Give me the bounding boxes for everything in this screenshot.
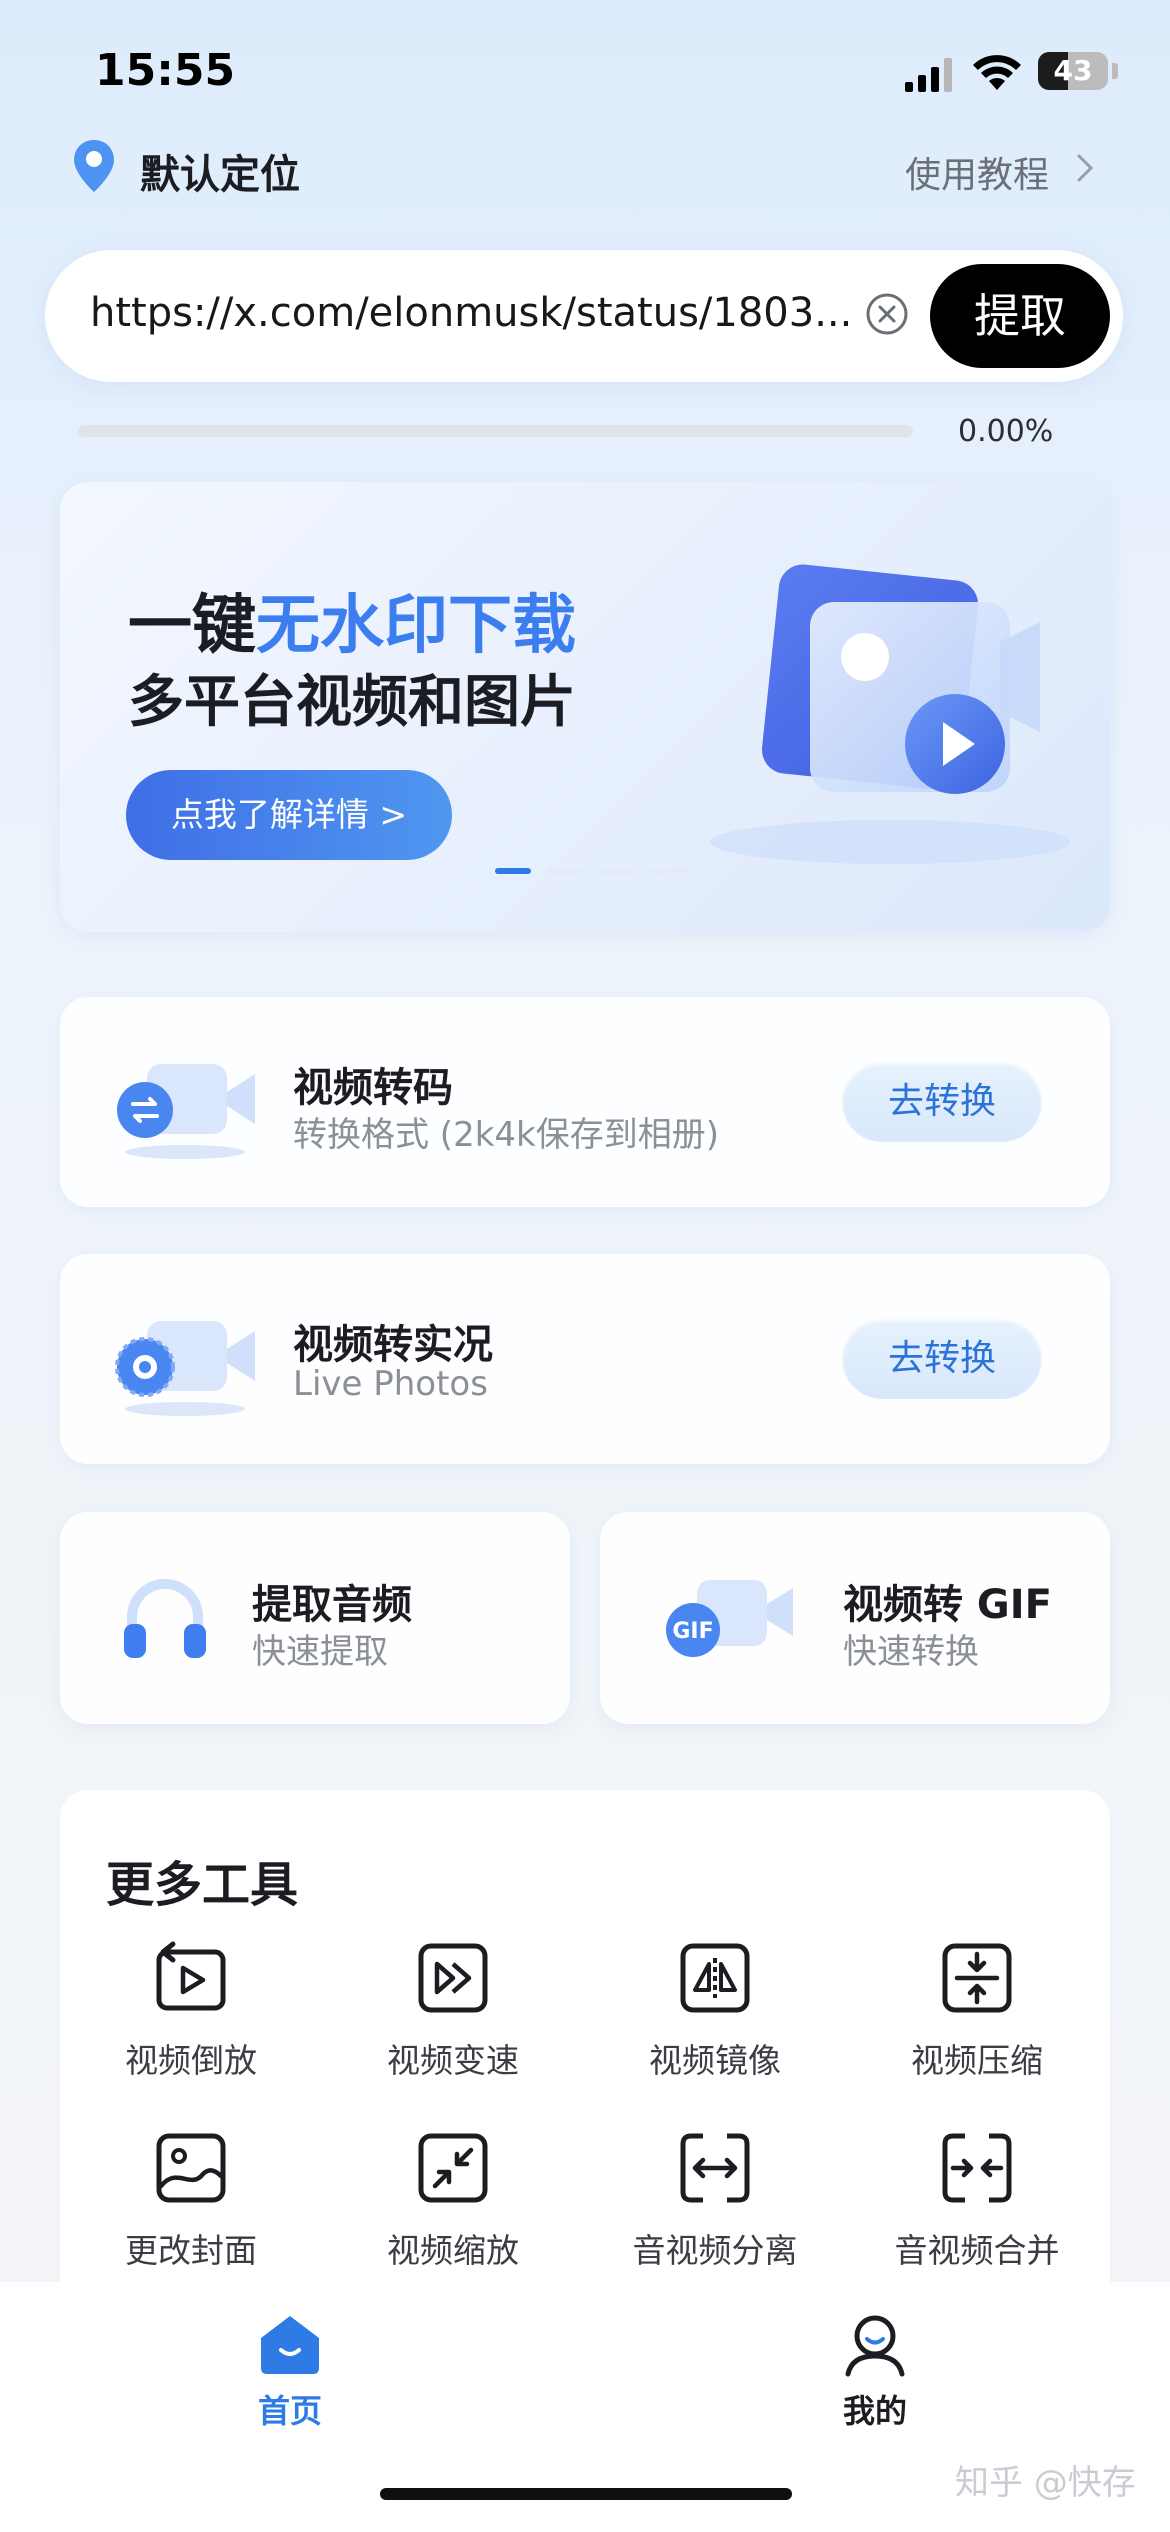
banner-page-dot[interactable] bbox=[651, 868, 687, 874]
tool-label: 视频倒放 bbox=[125, 2041, 257, 2080]
tool-av-merge[interactable]: 音视频合并 bbox=[846, 2130, 1108, 2272]
status-time: 15:55 bbox=[95, 45, 236, 96]
video-mirror-icon bbox=[680, 1943, 750, 2013]
media-gallery-illustration-icon bbox=[710, 564, 1070, 864]
av-split-icon bbox=[680, 2133, 750, 2203]
card-title: 视频转实况 bbox=[293, 1322, 493, 1368]
extract-audio-card[interactable]: 提取音频 快速提取 bbox=[60, 1512, 570, 1724]
progress-bar bbox=[78, 425, 913, 437]
card-subtitle: Live Photos bbox=[293, 1364, 488, 1404]
watermark: 知乎 @快存 bbox=[955, 2463, 1136, 2503]
video-zoom-icon bbox=[418, 2133, 488, 2203]
tool-label: 视频缩放 bbox=[387, 2231, 519, 2270]
convert-button[interactable]: 去转换 bbox=[842, 1319, 1042, 1399]
card-title: 视频转 GIF bbox=[843, 1582, 1052, 1628]
banner-details-button[interactable]: 点我了解详情 > bbox=[126, 770, 452, 860]
video-to-live-photo-card[interactable]: 视频转实况 Live Photos 去转换 bbox=[60, 1254, 1110, 1464]
progress-percent: 0.00% bbox=[958, 414, 1054, 449]
cover-image-icon bbox=[156, 2133, 226, 2203]
tool-video-reverse[interactable]: 视频倒放 bbox=[60, 1940, 322, 2082]
home-icon bbox=[261, 2316, 319, 2374]
tool-label: 视频变速 bbox=[387, 2041, 519, 2080]
video-speed-icon bbox=[418, 1943, 488, 2013]
promo-banner[interactable]: 一键无水印下载 多平台视频和图片 点我了解详情 > bbox=[60, 482, 1110, 932]
tool-label: 音视频合并 bbox=[894, 2231, 1060, 2270]
more-tools-section: 更多工具 视频倒放 视频变速 视频镜像 视频压缩 更改封面 视频缩放 音视频分离… bbox=[60, 1790, 1110, 2310]
gif-icon: GIF bbox=[666, 1580, 793, 1657]
tool-label: 更改封面 bbox=[125, 2231, 257, 2270]
video-compress-icon bbox=[942, 1943, 1012, 2013]
tool-label: 音视频分离 bbox=[632, 2231, 798, 2270]
more-tools-title: 更多工具 bbox=[106, 1857, 299, 1913]
banner-subtitle: 多平台视频和图片 bbox=[128, 670, 576, 735]
tool-video-mirror[interactable]: 视频镜像 bbox=[584, 1940, 846, 2082]
tutorial-link[interactable]: 使用教程 bbox=[905, 146, 1049, 198]
tool-label: 视频压缩 bbox=[911, 2041, 1043, 2080]
extract-button[interactable]: 提取 bbox=[930, 264, 1110, 368]
tool-video-compress[interactable]: 视频压缩 bbox=[846, 1940, 1108, 2082]
clear-input-icon[interactable] bbox=[865, 292, 909, 336]
banner-page-dot[interactable] bbox=[599, 868, 635, 874]
cellular-signal-icon bbox=[905, 58, 952, 92]
banner-title: 一键无水印下载 bbox=[128, 574, 576, 666]
tab-mine[interactable]: 我的 bbox=[815, 2312, 935, 2432]
banner-title-prefix: 一键 bbox=[128, 589, 256, 663]
banner-page-indicator bbox=[495, 868, 687, 874]
tool-video-zoom[interactable]: 视频缩放 bbox=[322, 2130, 584, 2272]
video-to-gif-card[interactable]: GIF 视频转 GIF 快速转换 bbox=[600, 1512, 1110, 1724]
location-pin-icon bbox=[74, 140, 114, 192]
url-input-bar: https://x.com/elonmusk/status/1803... 提取 bbox=[45, 250, 1123, 382]
tool-video-speed[interactable]: 视频变速 bbox=[322, 1940, 584, 2082]
battery-indicator: 43 bbox=[1038, 52, 1108, 90]
video-transcode-card[interactable]: 视频转码 转换格式 (2k4k保存到相册) 去转换 bbox=[60, 997, 1110, 1207]
card-title: 视频转码 bbox=[293, 1065, 453, 1111]
tool-change-cover[interactable]: 更改封面 bbox=[60, 2130, 322, 2272]
location-label[interactable]: 默认定位 bbox=[140, 142, 300, 200]
user-profile-icon bbox=[845, 2315, 905, 2377]
banner-page-dot[interactable] bbox=[547, 868, 583, 874]
url-input[interactable]: https://x.com/elonmusk/status/1803... bbox=[90, 290, 870, 336]
av-merge-icon bbox=[942, 2133, 1012, 2203]
tab-mine-label: 我的 bbox=[842, 2392, 907, 2430]
tab-home[interactable]: 首页 bbox=[230, 2312, 350, 2432]
convert-button[interactable]: 去转换 bbox=[842, 1062, 1042, 1142]
battery-tip bbox=[1112, 63, 1118, 79]
wifi-icon bbox=[973, 55, 1021, 90]
home-indicator[interactable] bbox=[380, 2488, 792, 2500]
tab-home-label: 首页 bbox=[257, 2392, 322, 2430]
card-subtitle: 快速转换 bbox=[843, 1632, 979, 1672]
battery-level: 43 bbox=[1053, 54, 1093, 87]
card-subtitle: 转换格式 (2k4k保存到相册) bbox=[293, 1115, 719, 1155]
card-subtitle: 快速提取 bbox=[252, 1632, 388, 1672]
card-title: 提取音频 bbox=[252, 1582, 412, 1628]
tool-label: 视频镜像 bbox=[649, 2041, 781, 2080]
tool-av-split[interactable]: 音视频分离 bbox=[584, 2130, 846, 2272]
banner-title-highlight: 无水印下载 bbox=[256, 589, 576, 663]
gif-badge-text: GIF bbox=[672, 1619, 713, 1644]
video-transcode-icon bbox=[117, 1064, 255, 1159]
chevron-right-icon[interactable] bbox=[1075, 152, 1095, 184]
banner-page-dot[interactable] bbox=[495, 868, 531, 874]
video-reverse-icon bbox=[156, 1941, 226, 2011]
headphones-icon bbox=[124, 1579, 206, 1658]
live-photo-icon bbox=[115, 1321, 255, 1416]
